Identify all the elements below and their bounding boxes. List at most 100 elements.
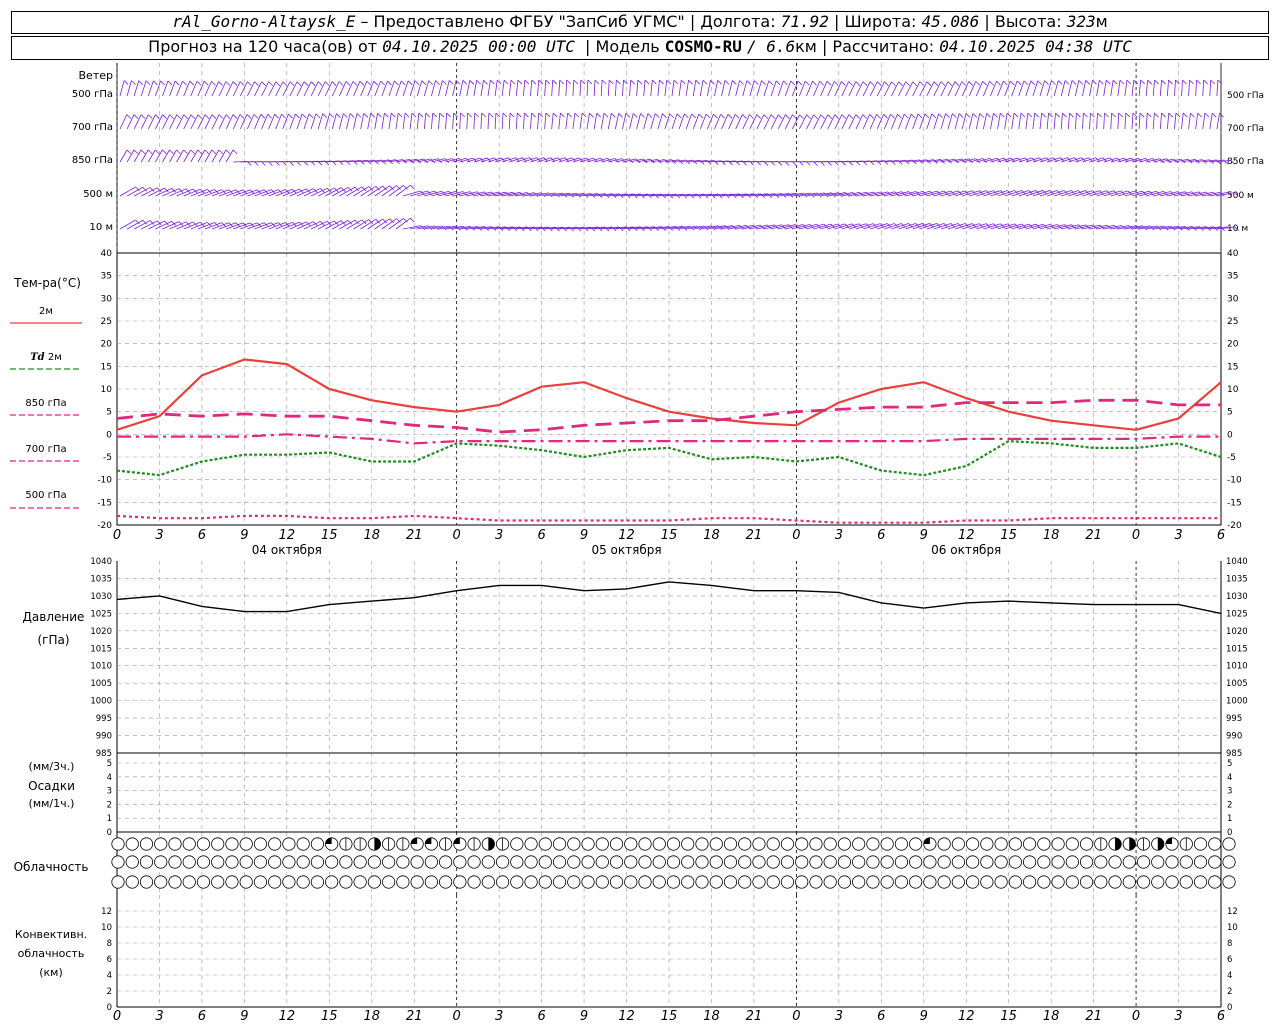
wind-barb-flag-1 <box>640 113 645 118</box>
wind-barb-flag-0 <box>387 80 392 86</box>
wind-barb-flag-0 <box>688 79 693 85</box>
wind-barb-flag-0 <box>289 81 295 87</box>
wind-barb-flag-0 <box>421 80 427 85</box>
wind-barb-0 <box>544 80 547 97</box>
wind-barb-1 <box>558 113 561 130</box>
wind-barb-flag-1 <box>232 114 238 119</box>
wind-level-500hpa: 500 гПа <box>71 89 113 100</box>
wind-barb-flag-1 <box>246 114 252 119</box>
wind-barb-flag-0 <box>196 80 202 86</box>
cloud-circle <box>339 875 353 889</box>
wind-barb-1 <box>841 114 850 130</box>
wind-barb-flag-0 <box>510 79 516 85</box>
cloud-circle <box>510 837 524 851</box>
wind-barb-flag-2 <box>176 149 181 155</box>
wind-barb-flag-1 <box>952 113 957 118</box>
wind-barb-1 <box>324 113 330 130</box>
wind-barb-0 <box>855 81 864 97</box>
cloud-fill-quarter <box>453 837 460 844</box>
wind-barb-0 <box>876 81 885 97</box>
wind-barb-0 <box>919 81 928 97</box>
wind-level-700hpa: 700 гПа <box>71 122 113 133</box>
conv-ytick-left: 6 <box>107 955 112 965</box>
wind-barb-flag-1 <box>917 113 923 119</box>
station-name: rAl_Gorno-Altaysk_E <box>172 12 356 31</box>
cloud-circle <box>268 875 282 889</box>
wind-barb-1 <box>636 113 641 130</box>
calc-label: Рассчитано: <box>832 37 935 56</box>
wind-barb-3 <box>162 188 180 197</box>
wind-barb-1 <box>374 113 378 130</box>
wind-barb-flag-2 <box>183 149 188 155</box>
wind-barb-flag-0 <box>483 79 488 85</box>
wind-barb-1 <box>940 113 946 130</box>
temp-ytick-right: 25 <box>1227 317 1238 327</box>
wind-barb-0 <box>119 80 125 97</box>
cloud-circle <box>666 837 681 851</box>
legend-t2m-label: 2м <box>39 306 53 317</box>
wind-barb-flag-1 <box>155 114 160 119</box>
wind-barb-0 <box>685 80 689 97</box>
precip-ytick-left: 3 <box>107 787 112 797</box>
wind-barb-0 <box>593 80 596 97</box>
wind-barb-flag-1 <box>848 114 854 119</box>
cloud-circle <box>353 875 367 889</box>
wind-barb-flag-0 <box>746 80 752 85</box>
cloud-circle <box>268 855 282 869</box>
cloud-circle <box>681 837 695 851</box>
cloud-circle <box>296 855 310 869</box>
cloud-circle <box>937 855 951 869</box>
cloud-circle <box>268 837 282 851</box>
wind-barb-flag-0 <box>373 80 379 86</box>
lon-label: Долгота: <box>700 12 776 31</box>
wind-barb-flag-0 <box>891 81 896 87</box>
wind-barb-1 <box>225 114 234 130</box>
wind-barb-flag-1 <box>545 112 551 118</box>
press-ytick-left: 995 <box>96 714 112 724</box>
sep-2: | <box>833 12 840 31</box>
wind-barb-flag-1 <box>1219 112 1224 118</box>
wind-barb-flag-1 <box>684 113 689 119</box>
wind-barb-flag-0 <box>1064 80 1070 85</box>
cloud-circle <box>823 855 837 869</box>
press-ytick-right: 995 <box>1226 714 1242 724</box>
wind-barb-1 <box>1053 113 1056 130</box>
wind-barb-0 <box>975 81 984 97</box>
precip-unit-3h: (мм/3ч.) <box>28 760 75 773</box>
bottom-xtick: 12 <box>958 1009 975 1024</box>
wind-barb-1 <box>119 114 128 130</box>
press-ytick-left: 1000 <box>90 697 112 707</box>
wind-barb-flag-1 <box>363 113 369 118</box>
wind-barb-flag-0 <box>1009 80 1015 86</box>
conv-title-2: облачность <box>17 947 85 960</box>
wind-barb-flag-0 <box>768 80 774 86</box>
wind-barb-flag-0 <box>1112 79 1118 85</box>
wind-barb-1 <box>466 113 469 130</box>
wind-barb-0 <box>1166 80 1169 97</box>
temp-xtick: 3 <box>835 528 843 543</box>
wind-barb-0 <box>636 80 639 97</box>
cloud-circle <box>723 875 738 889</box>
temp-ytick-left: -20 <box>97 521 112 531</box>
cloud-circle <box>1222 837 1236 851</box>
wind-barb-4 <box>126 219 144 230</box>
wind-barb-flag-1 <box>662 113 667 118</box>
cloud-circle <box>894 837 908 851</box>
series-t2m <box>116 358 1222 431</box>
cloud-circle <box>795 837 809 851</box>
wind-barb-flag-1 <box>770 114 776 119</box>
wind-barb-0 <box>1060 80 1066 97</box>
temp-ytick-right: 15 <box>1227 362 1238 372</box>
wind-barb-0 <box>133 80 140 97</box>
wind-barb-flag-0 <box>1105 79 1111 85</box>
wind-barb-1 <box>402 113 406 130</box>
wind-barb-flag-1 <box>632 113 638 118</box>
wind-barb-flag-0 <box>275 81 281 87</box>
cloud-circle <box>225 855 239 869</box>
cloud-circle <box>980 855 994 869</box>
wind-barb-1 <box>1074 113 1077 130</box>
wind-barb-flag-0 <box>476 79 481 85</box>
bottom-xtick: 3 <box>155 1009 163 1024</box>
wind-barb-flag-1 <box>295 113 300 119</box>
cloud-circle <box>780 837 795 851</box>
